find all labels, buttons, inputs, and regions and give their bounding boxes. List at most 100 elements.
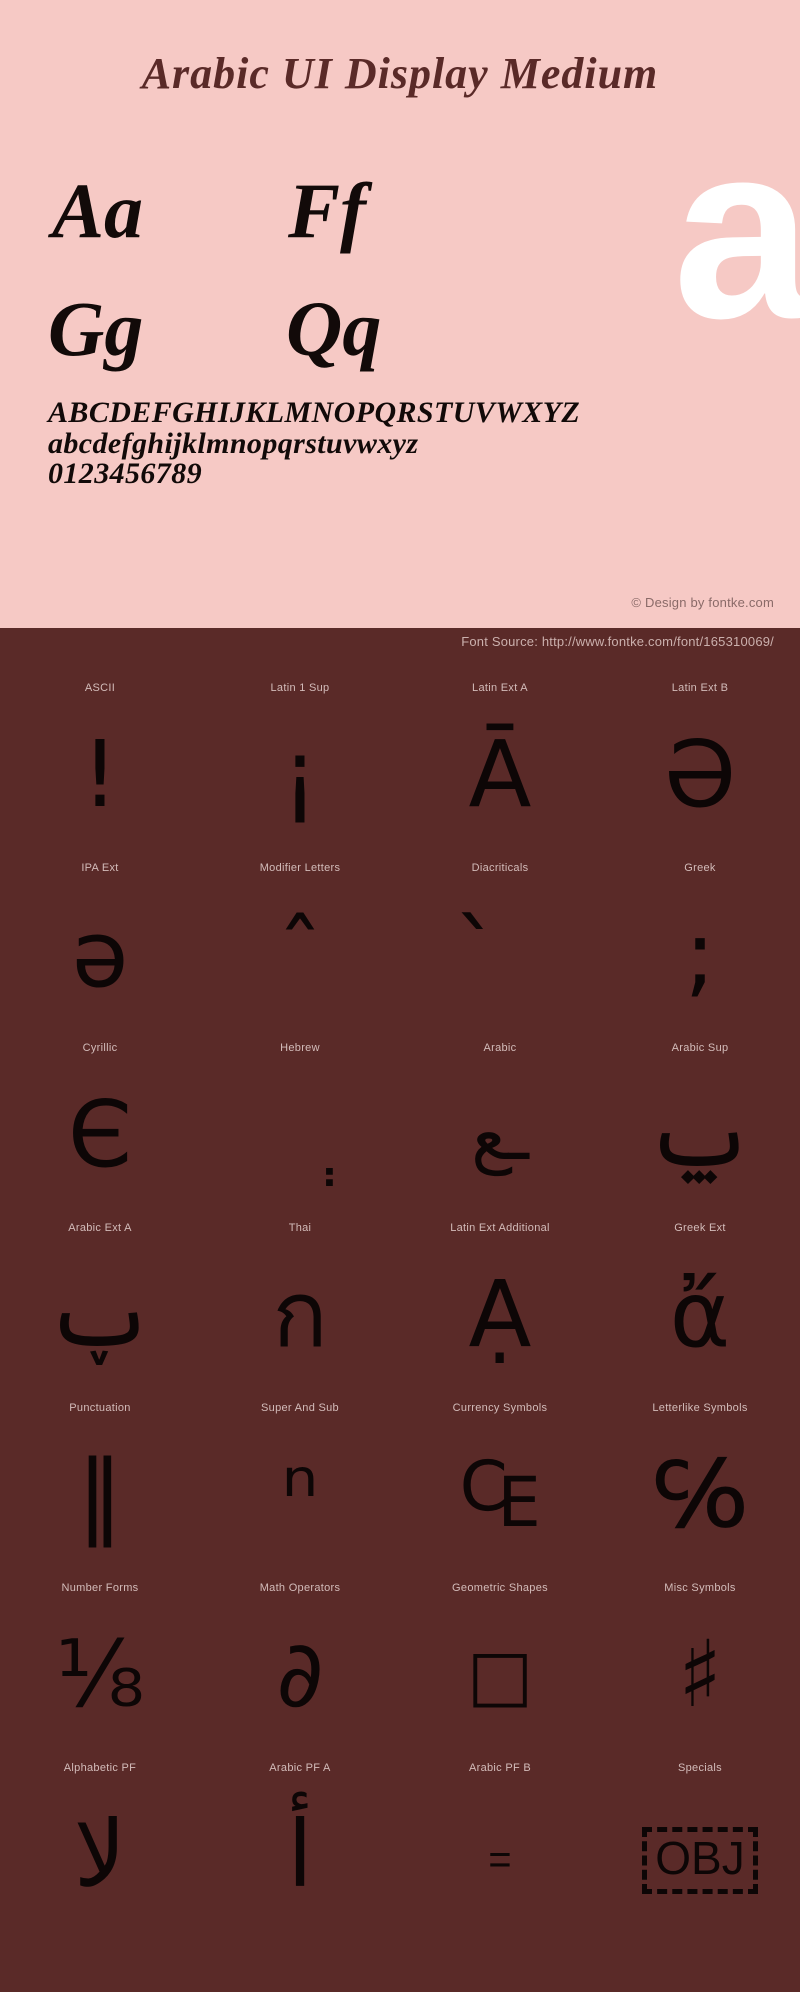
unicode-block-glyph: ﻻ <box>73 1801 127 1908</box>
unicode-block-cell[interactable]: Super And Sub ⁿ <box>200 1394 400 1574</box>
unicode-block-label: Arabic Ext A <box>68 1222 132 1234</box>
unicode-block-cell[interactable]: Thai ก <box>200 1214 400 1394</box>
letter-pair-qq: Qq <box>286 285 382 372</box>
unicode-block-glyph: □ <box>466 1634 534 1716</box>
unicode-block-cell[interactable]: Hebrewְ <box>200 1034 400 1214</box>
unicode-block-label: Latin Ext Additional <box>450 1222 550 1234</box>
unicode-block-glyph: ְ <box>200 1060 400 1210</box>
unicode-block-glyph: Ə <box>663 721 737 828</box>
alphabet-lowercase: abcdefghijklmnopqrstuvwxyz <box>48 426 419 460</box>
unicode-block-cell[interactable]: Greek Ext ἄ <box>600 1214 800 1394</box>
block-row: ASCII! Latin 1 Sup ¡ Latin Ext A Ā Latin Ext … <box>0 674 800 854</box>
unicode-block-glyph: OBJ <box>600 1780 800 1930</box>
unicode-block-cell[interactable]: Arabic Sup ݐ <box>600 1034 800 1214</box>
unicode-block-cell[interactable]: Arabic PF B ﹦ <box>400 1754 600 1934</box>
font-source-link[interactable]: Font Source: http://www.fontke.com/font/… <box>461 634 774 649</box>
unicode-block-label: Specials <box>678 1762 722 1774</box>
unicode-block-cell[interactable]: Cyrillic Є <box>0 1034 200 1214</box>
letter-pair-grid: Aa Ff Gg Qq <box>48 172 408 402</box>
block-row: IPA ExtəModifier LettersˆDiacriticals̀Gr… <box>0 854 800 1034</box>
unicode-block-glyph: Ā <box>468 721 532 828</box>
unicode-block-glyph: ‖ <box>77 1441 123 1548</box>
unicode-block-cell[interactable]: ASCII! <box>0 674 200 854</box>
unicode-block-glyph: ﹦ <box>473 1825 526 1885</box>
unicode-block-label: Alphabetic PF <box>63 1762 137 1774</box>
unicode-block-label: Currency Symbols <box>452 1402 548 1414</box>
unicode-block-glyph: ; <box>684 901 716 1008</box>
letter-pair-aa: Aa <box>52 167 144 254</box>
unicode-block-label: Latin 1 Sup <box>270 682 330 694</box>
unicode-block-label: Geometric Shapes <box>452 1582 548 1594</box>
unicode-block-label: Arabic PF A <box>269 1762 331 1774</box>
alphabet-block: ABCDEFGHIJKLMNOPQRSTUVWXYZ abcdefghijklm… <box>48 396 581 491</box>
unicode-block-label: Punctuation <box>69 1402 131 1414</box>
unicode-block-label: Arabic PF B <box>469 1762 531 1774</box>
unicode-block-cell[interactable]: Latin 1 Sup ¡ <box>200 674 400 854</box>
alphabet-digits: 0123456789 <box>48 457 202 491</box>
unicode-block-label: Math Operators <box>259 1582 341 1594</box>
unicode-block-glyph: ก <box>272 1261 328 1368</box>
unicode-block-glyph: ἄ <box>669 1261 731 1368</box>
unicode-block-cell[interactable]: Latin Ext A Ā <box>400 674 600 854</box>
unicode-block-cell[interactable]: Latin Ext Additional Ạ <box>400 1214 600 1394</box>
block-row: Cyrillic Є Hebrewְ Arabic ـع Arabic Sup ݐ <box>0 1034 800 1214</box>
block-row: Arabic Ext A ࢠ Thai ก Latin Ext Additional Ạ G… <box>0 1214 800 1394</box>
unicode-block-label: IPA Ext <box>81 862 119 874</box>
unicode-block-label: Latin Ext A <box>472 682 528 694</box>
unicode-block-glyph: ⅛ <box>55 1621 145 1728</box>
block-row: Number Forms ⅛ Math Operators ∂ Geometric Sh… <box>0 1574 800 1754</box>
unicode-block-cell[interactable]: Number Forms ⅛ <box>0 1574 200 1754</box>
unicode-block-glyph: ̀ <box>400 880 600 1030</box>
unicode-block-cell[interactable]: Diacriticals̀ <box>400 854 600 1034</box>
alphabet-uppercase: ABCDEFGHIJKLMNOPQRSTUVWXYZ <box>48 396 581 429</box>
unicode-block-cell[interactable]: Specials OBJ <box>600 1754 800 1934</box>
missing-glyph-obj-box: OBJ <box>642 1827 758 1894</box>
unicode-block-cell[interactable]: Geometric Shapes □ <box>400 1574 600 1754</box>
unicode-block-label: Cyrillic <box>82 1042 118 1054</box>
unicode-block-cell[interactable]: Misc Symbols ♯ <box>600 1574 800 1754</box>
unicode-block-glyph: ݐ <box>646 1081 754 1188</box>
unicode-block-cell[interactable]: Latin Ext B Ə <box>600 674 800 854</box>
unicode-block-glyph: ℅ <box>653 1441 747 1548</box>
unicode-block-label: Diacriticals <box>471 862 529 874</box>
unicode-block-label: ASCII <box>84 682 116 694</box>
unicode-block-glyph: ♯ <box>677 1621 723 1728</box>
unicode-block-glyph: Ạ <box>468 1261 532 1368</box>
unicode-block-label: Greek <box>684 862 716 874</box>
unicode-block-glyph: Є <box>67 1081 133 1188</box>
unicode-block-cell[interactable]: IPA Ext ə <box>0 854 200 1034</box>
specimen-panel: Arabic UI Display Medium Aa Ff Gg Qq a A… <box>0 0 800 628</box>
unicode-block-glyph: ə <box>71 901 129 1008</box>
unicode-block-cell[interactable]: Punctuation ‖ <box>0 1394 200 1574</box>
unicode-block-label: Thai <box>288 1222 312 1234</box>
unicode-block-label: Arabic <box>483 1042 517 1054</box>
unicode-block-glyph: ˆ <box>277 901 323 1008</box>
unicode-block-label: Modifier Letters <box>259 862 341 874</box>
unicode-block-label: Greek Ext <box>674 1222 726 1234</box>
unicode-block-cell[interactable]: Greek ; <box>600 854 800 1034</box>
unicode-block-glyph: ࢠ <box>46 1261 154 1368</box>
showcase-glyph: a <box>672 91 800 370</box>
unicode-block-cell[interactable]: Letterlike Symbols ℅ <box>600 1394 800 1574</box>
unicode-block-cell[interactable]: Arabic Ext A ࢠ <box>0 1214 200 1394</box>
design-credit: © Design by fontke.com <box>631 595 774 610</box>
block-row: Alphabetic PF ﻻ Arabic PF A ﺃ Arabic PF B ﹦ Sp… <box>0 1754 800 1934</box>
unicode-block-glyph: ⁿ <box>281 1441 319 1548</box>
unicode-block-cell[interactable]: Math Operators ∂ <box>200 1574 400 1754</box>
letter-pair-gg: Gg <box>48 285 144 372</box>
letter-pair-ff: Ff <box>288 167 366 254</box>
unicode-block-grid: ASCII! Latin 1 Sup ¡ Latin Ext A Ā Latin Ext … <box>0 660 800 1934</box>
unicode-block-glyph: ₠ <box>459 1441 541 1548</box>
unicode-block-cell[interactable]: Modifier Letters ˆ <box>200 854 400 1034</box>
unicode-block-cell[interactable]: Arabic PF A ﺃ <box>200 1754 400 1934</box>
unicode-block-glyph: ∂ <box>276 1621 324 1728</box>
unicode-block-glyph: ¡ <box>281 721 319 828</box>
unicode-block-glyph: ! <box>81 721 119 828</box>
unicode-block-label: Latin Ext B <box>671 682 729 694</box>
unicode-block-glyph: ـع <box>471 1094 529 1176</box>
unicode-block-label: Super And Sub <box>261 1402 339 1414</box>
unicode-block-cell[interactable]: Currency Symbols ₠ <box>400 1394 600 1574</box>
unicode-block-cell[interactable]: Alphabetic PF ﻻ <box>0 1754 200 1934</box>
unicode-block-cell[interactable]: Arabic ـع <box>400 1034 600 1214</box>
unicode-block-label: Number Forms <box>61 1582 139 1594</box>
